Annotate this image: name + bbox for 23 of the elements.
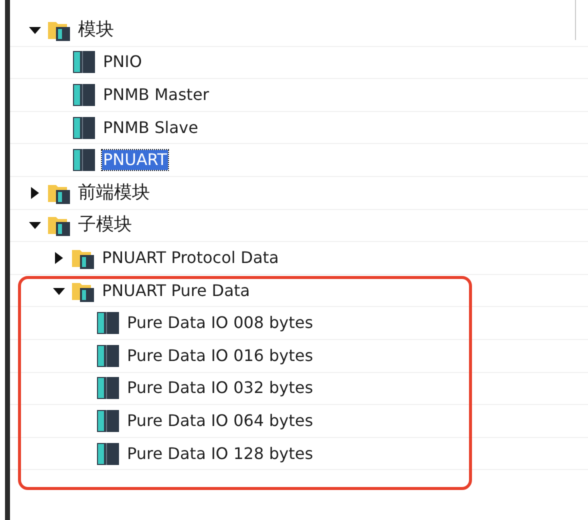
tree-item[interactable]: Pure Data IO 064 bytes <box>126 410 314 431</box>
module-icon <box>96 344 120 368</box>
tree-item[interactable]: Pure Data IO 016 bytes <box>126 346 314 366</box>
module-icon <box>72 148 96 172</box>
tree-item[interactable]: PNIO <box>102 52 143 72</box>
tree-item[interactable]: PNUART Pure Data <box>101 280 251 301</box>
module-icon <box>96 376 120 400</box>
tree-item[interactable]: Pure Data IO 008 bytes <box>126 313 314 334</box>
tree-item[interactable]: 前端模块 <box>77 182 151 203</box>
module-icon <box>96 408 120 433</box>
tree-item[interactable]: PNMB Slave <box>102 118 200 138</box>
module-icon <box>96 442 120 466</box>
tree-item[interactable]: PNUART <box>102 150 168 170</box>
module-icon <box>72 82 96 107</box>
module-icon <box>72 50 96 74</box>
tree-item[interactable]: PNMB Master <box>102 84 210 105</box>
tree-item[interactable]: 子模块 <box>77 215 133 236</box>
tree-item[interactable]: Pure Data IO 128 bytes <box>126 444 314 464</box>
tree-item[interactable]: Pure Data IO 032 bytes <box>126 378 314 398</box>
module-icon <box>96 311 120 336</box>
tree-item[interactable]: PNUART Protocol Data <box>101 248 280 268</box>
module-icon <box>72 116 96 140</box>
tree-item[interactable]: 模块 <box>77 20 115 40</box>
